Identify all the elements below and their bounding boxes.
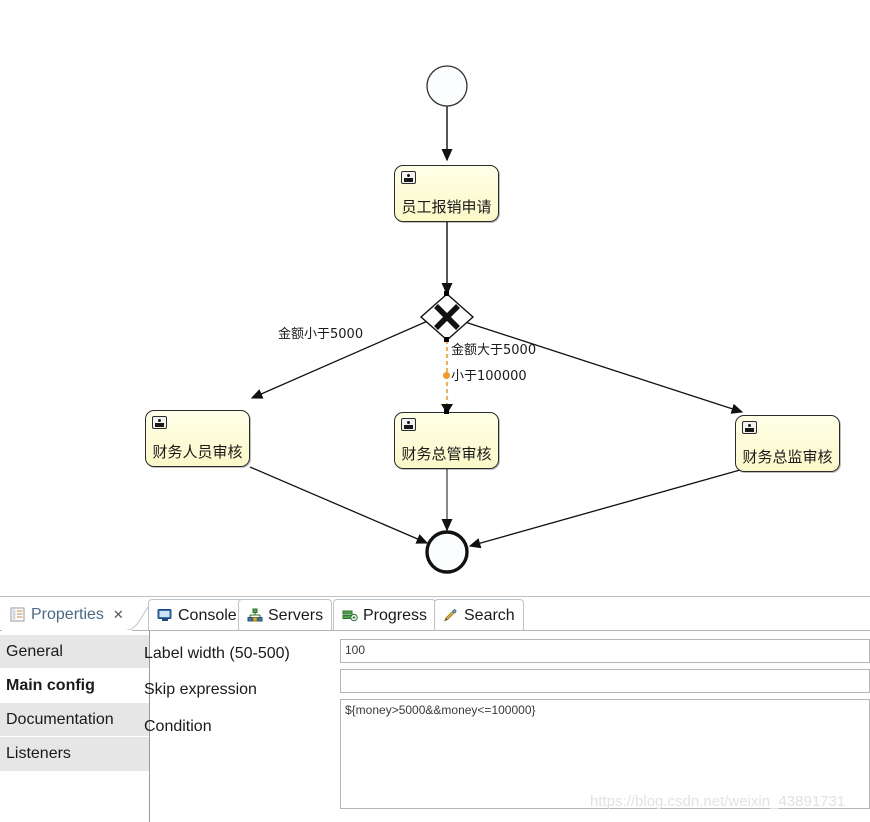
- section-listeners[interactable]: Listeners: [0, 737, 149, 771]
- section-listeners-label: Listeners: [6, 745, 71, 762]
- progress-icon: [342, 608, 358, 623]
- section-general[interactable]: General: [0, 635, 149, 669]
- section-main-config[interactable]: Main config: [0, 669, 149, 703]
- task-director-label: 财务总监审核: [742, 448, 833, 466]
- flow-label-mid-2: 小于100000: [451, 369, 527, 384]
- end-event[interactable]: [425, 530, 469, 574]
- task-apply-label: 员工报销申请: [401, 198, 492, 216]
- tab-servers[interactable]: Servers: [238, 599, 333, 631]
- flow-label-left: 金额小于5000: [278, 327, 364, 342]
- exclusive-gateway[interactable]: [419, 293, 475, 341]
- flow-label-mid-1: 金额大于5000: [451, 343, 537, 358]
- view-tab-bar: Properties ✕ Console Servers Progress Se…: [0, 597, 870, 631]
- tab-servers-label: Servers: [268, 606, 324, 624]
- gateway-handle-top[interactable]: [444, 291, 449, 296]
- section-documentation[interactable]: Documentation: [0, 703, 149, 737]
- property-form: Label width (50-500) 100 Skip expression…: [144, 631, 870, 822]
- section-documentation-label: Documentation: [6, 710, 114, 728]
- condition-label: Condition: [144, 718, 212, 735]
- user-task-icon: [401, 171, 416, 184]
- diagram-connections: [249, 65, 744, 574]
- tab-console-label: Console: [178, 606, 237, 624]
- task-manager-handle-top[interactable]: [444, 409, 449, 414]
- task-staff[interactable]: 财务人员审核: [145, 410, 250, 467]
- task-apply[interactable]: 员工报销申请: [394, 165, 499, 222]
- bottom-panel: Properties ✕ Console Servers Progress Se…: [0, 596, 870, 822]
- bpmn-editor-window: 员工报销申请 财务人员审核 财务总管审核 财务总监审核 金额小于5000 金额大…: [0, 0, 870, 822]
- skip-expression-input[interactable]: [340, 669, 870, 693]
- user-task-icon: [152, 416, 167, 429]
- task-director[interactable]: 财务总监审核: [735, 415, 840, 472]
- section-general-label: General: [6, 642, 63, 660]
- gateway-handle-bottom[interactable]: [444, 337, 449, 342]
- close-icon[interactable]: ✕: [113, 607, 124, 623]
- servers-icon: [247, 608, 263, 623]
- property-sections-list: General Main config Documentation Listen…: [0, 631, 150, 822]
- start-event[interactable]: [426, 65, 468, 107]
- section-main-config-label: Main config: [6, 676, 95, 694]
- diagram-canvas[interactable]: 员工报销申请 财务人员审核 财务总管审核 财务总监审核 金额小于5000 金额大…: [0, 0, 870, 596]
- tab-console[interactable]: Console: [148, 599, 246, 631]
- user-task-icon: [742, 421, 757, 434]
- tab-search[interactable]: Search: [434, 599, 524, 631]
- task-staff-label: 财务人员审核: [152, 443, 243, 461]
- console-icon: [157, 608, 173, 623]
- label-width-input[interactable]: 100: [340, 639, 870, 663]
- task-manager[interactable]: 财务总管审核: [394, 412, 499, 469]
- tab-properties-label: Properties: [31, 605, 104, 623]
- label-width-label: Label width (50-500): [144, 645, 290, 662]
- tab-properties[interactable]: Properties ✕: [2, 599, 132, 631]
- user-task-icon: [401, 418, 416, 431]
- skip-expression-label: Skip expression: [144, 681, 257, 698]
- search-icon: [443, 608, 459, 623]
- tab-progress-label: Progress: [363, 606, 428, 624]
- task-manager-label: 财务总管审核: [401, 445, 492, 463]
- tab-progress[interactable]: Progress: [333, 599, 437, 631]
- condition-input[interactable]: ${money>5000&&money<=100000}: [340, 699, 870, 809]
- properties-icon: [10, 607, 26, 622]
- flow-bendpoint[interactable]: [443, 372, 450, 379]
- tab-search-label: Search: [464, 606, 515, 624]
